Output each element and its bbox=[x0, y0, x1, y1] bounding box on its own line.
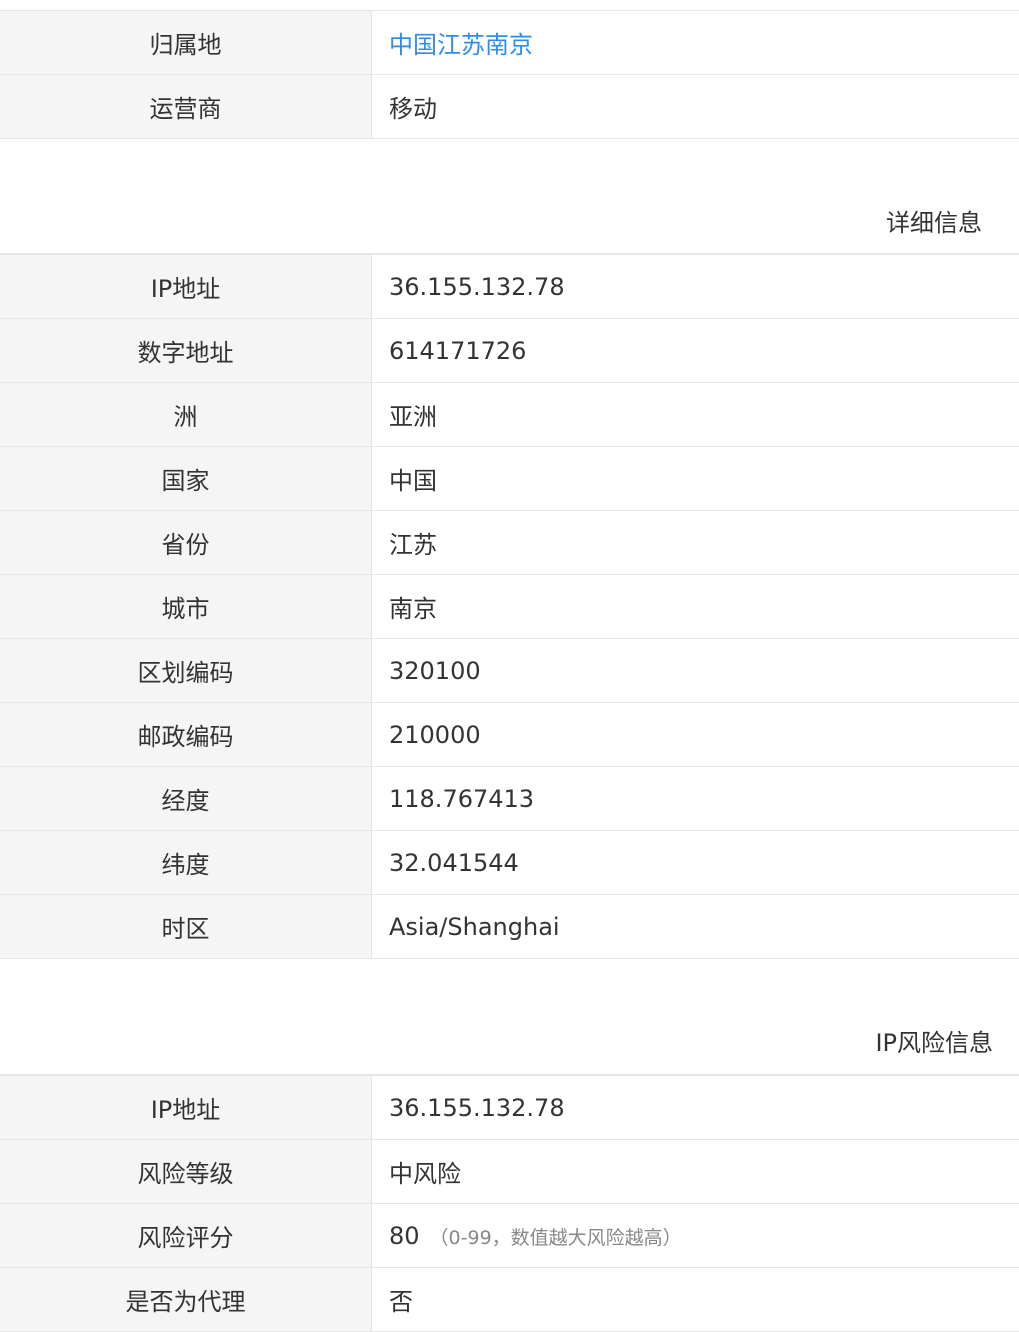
detail-info-table: IP地址 36.155.132.78 数字地址 614171726 洲 亚洲 国… bbox=[0, 254, 1019, 959]
row-label: 经度 bbox=[0, 767, 372, 831]
table-row: 时区 Asia/Shanghai bbox=[0, 895, 1019, 959]
row-value: 210000 bbox=[372, 703, 1019, 767]
row-value: Asia/Shanghai bbox=[372, 895, 1019, 959]
table-row: 国家 中国 bbox=[0, 447, 1019, 511]
table-row: IP地址 36.155.132.78 bbox=[0, 255, 1019, 319]
row-label: 邮政编码 bbox=[0, 703, 372, 767]
row-value: 118.767413 bbox=[372, 767, 1019, 831]
table-row: 城市 南京 bbox=[0, 575, 1019, 639]
row-value: 36.155.132.78 bbox=[372, 255, 1019, 319]
table-row: 是否为代理 否 bbox=[0, 1268, 1019, 1332]
row-value: 32.041544 bbox=[372, 831, 1019, 895]
row-value: 南京 bbox=[372, 575, 1019, 639]
row-value: 中国 bbox=[372, 447, 1019, 511]
row-label: 国家 bbox=[0, 447, 372, 511]
table-row: 风险等级 中风险 bbox=[0, 1140, 1019, 1204]
table-row: 经度 118.767413 bbox=[0, 767, 1019, 831]
table-row: 归属地 中国江苏南京 bbox=[0, 11, 1019, 75]
row-label: 区划编码 bbox=[0, 639, 372, 703]
table-row: 省份 江苏 bbox=[0, 511, 1019, 575]
row-value: 否 bbox=[372, 1268, 1019, 1332]
row-label: 数字地址 bbox=[0, 319, 372, 383]
row-value: 亚洲 bbox=[372, 383, 1019, 447]
table-row: 邮政编码 210000 bbox=[0, 703, 1019, 767]
row-label: 纬度 bbox=[0, 831, 372, 895]
risk-info-table: IP地址 36.155.132.78 风险等级 中风险 风险评分 80 （0-99… bbox=[0, 1075, 1019, 1332]
row-label: 运营商 bbox=[0, 75, 372, 139]
location-link[interactable]: 中国江苏南京 bbox=[389, 31, 533, 59]
row-label: 洲 bbox=[0, 383, 372, 447]
table-row: 风险评分 80 （0-99，数值越大风险越高） bbox=[0, 1204, 1019, 1268]
table-row: 区划编码 320100 bbox=[0, 639, 1019, 703]
row-value: 320100 bbox=[372, 639, 1019, 703]
table-row: 运营商 移动 bbox=[0, 75, 1019, 139]
row-label: 城市 bbox=[0, 575, 372, 639]
ip-info-page: 归属地 中国江苏南京 运营商 移动 详细信息 IP地址 36.155.132.7… bbox=[0, 0, 1019, 1328]
table-row: 数字地址 614171726 bbox=[0, 319, 1019, 383]
row-value: 中风险 bbox=[372, 1140, 1019, 1204]
table-row: IP地址 36.155.132.78 bbox=[0, 1076, 1019, 1140]
row-label: 归属地 bbox=[0, 11, 372, 75]
table-row: 纬度 32.041544 bbox=[0, 831, 1019, 895]
row-value: 80 （0-99，数值越大风险越高） bbox=[372, 1204, 1019, 1268]
row-label: 时区 bbox=[0, 895, 372, 959]
row-value: 中国江苏南京 bbox=[372, 11, 1019, 75]
row-value: 江苏 bbox=[372, 511, 1019, 575]
row-label: 省份 bbox=[0, 511, 372, 575]
row-value: 36.155.132.78 bbox=[372, 1076, 1019, 1140]
risk-score-value: 80 bbox=[389, 1222, 420, 1250]
risk-score-note: （0-99，数值越大风险越高） bbox=[430, 1227, 682, 1249]
row-label: IP地址 bbox=[0, 255, 372, 319]
row-label: IP地址 bbox=[0, 1076, 372, 1140]
location-summary-table: 归属地 中国江苏南京 运营商 移动 bbox=[0, 10, 1019, 139]
row-value: 614171726 bbox=[372, 319, 1019, 383]
table-row: 洲 亚洲 bbox=[0, 383, 1019, 447]
row-label: 风险评分 bbox=[0, 1204, 372, 1268]
row-value: 移动 bbox=[372, 75, 1019, 139]
section-title-detail: 详细信息 bbox=[0, 138, 1019, 254]
row-label: 风险等级 bbox=[0, 1140, 372, 1204]
section-title-risk: IP风险信息 bbox=[0, 958, 1019, 1075]
row-label: 是否为代理 bbox=[0, 1268, 372, 1332]
